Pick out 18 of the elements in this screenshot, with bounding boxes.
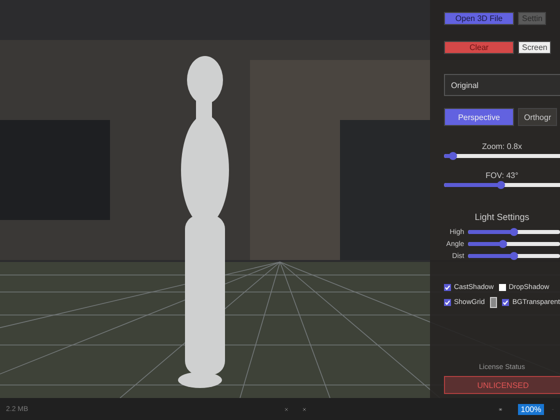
- zoom-label: Zoom: 0.8x: [480, 142, 523, 151]
- fov-slider[interactable]: [444, 183, 560, 187]
- panel-button[interactable]: Screen: [518, 41, 552, 54]
- zoom-slider[interactable]: [444, 154, 560, 158]
- fov-label: FOV: 43°: [484, 171, 520, 180]
- light-slider[interactable]: [468, 254, 560, 258]
- license-status-badge: UNLICENSED: [444, 376, 560, 394]
- light-slider[interactable]: [468, 242, 560, 246]
- grid-color-swatch[interactable]: [490, 297, 498, 308]
- check-icon: [444, 299, 451, 306]
- light-slider[interactable]: [468, 230, 560, 234]
- projection-tab[interactable]: Perspective: [444, 108, 514, 126]
- projection-tab[interactable]: Orthogr: [518, 108, 558, 126]
- light-settings-heading: Light Settings: [474, 212, 530, 222]
- mode-dropdown[interactable]: Original: [444, 74, 560, 96]
- check-icon: [502, 299, 510, 306]
- check-icon: [444, 284, 451, 291]
- zoom-field[interactable]: 100%: [518, 404, 544, 414]
